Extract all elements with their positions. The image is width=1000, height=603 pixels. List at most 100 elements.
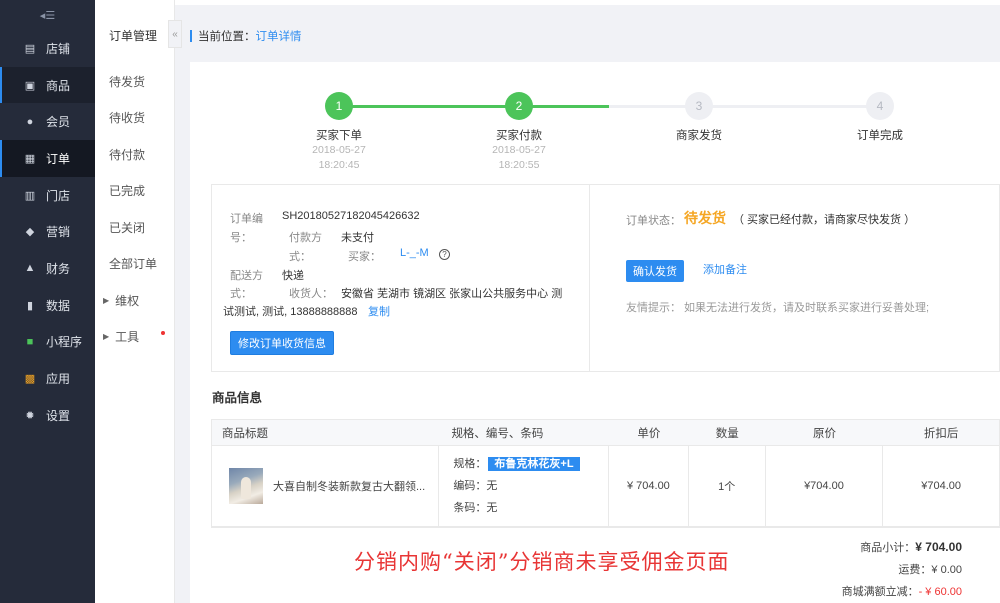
order-status-info: 订单状态： 待发货 （ 买家已经付款，请商家尽快发货 ） 确认发货 添加备注 友… — [590, 185, 1000, 371]
status-note: （ 买家已经付款，请商家尽快发货 ） — [733, 214, 916, 226]
receiver-contact: 试测试, 测试, 13888888888 — [223, 306, 358, 318]
order-basic-info: 订单编 号： SH20180527182045426632 付款方 式： 未支付… — [212, 185, 590, 371]
shipping-tip: 友情提示： 如果无法进行发货，请及时联系买家进行妥善处理; — [626, 302, 930, 314]
barcode-line: 条码：无 — [453, 497, 497, 519]
store-icon: ▥ — [24, 189, 36, 202]
code-label: 编码： — [453, 480, 487, 492]
miniprogram-icon: ■ — [26, 335, 34, 348]
order-icon: ▦ — [24, 152, 36, 165]
shop-icon: ▤ — [24, 42, 36, 55]
annotation-banner: 分销内购“关闭”分销商未享受佣金页面 — [354, 550, 730, 574]
pay-method-label: 付款方 — [289, 232, 322, 244]
collapse-submenu-icon[interactable]: « — [168, 20, 182, 48]
menu-collapse-icon[interactable]: ◂☰ — [0, 0, 95, 30]
sidebar-item-data[interactable]: ▮ 数据 — [0, 287, 95, 324]
status-label: 订单状态： — [626, 215, 681, 227]
submenu-group-label: 维权 — [115, 293, 140, 308]
step-3: 3 商家发货 — [644, 92, 754, 143]
sidebar-item-label: 营销 — [46, 225, 71, 240]
shipping-label: 运费： — [898, 564, 932, 576]
sidebar-item-shop[interactable]: ▤ 店铺 — [0, 30, 95, 67]
order-summary: 商品小计：¥ 704.00 运费：¥ 0.00 商城满额立减：- ¥ 60.00 — [842, 536, 962, 603]
sidebar-item-miniprogram[interactable]: ■ 小程序 — [0, 324, 95, 361]
expand-arrow-icon: ▶ — [103, 332, 110, 342]
submenu-group-label: 工具 — [115, 330, 140, 345]
sidebar-item-member[interactable]: ● 会员 — [0, 103, 95, 140]
discounted-price-cell: ¥704.00 — [921, 480, 962, 492]
help-icon[interactable]: ? — [439, 249, 450, 260]
submenu-group-rights[interactable]: ▶ 维权 — [95, 282, 174, 319]
goods-spec-cell: 规格： 布鲁克林花灰+L 编码：无 条码：无 — [439, 446, 609, 526]
product-thumbnail[interactable] — [229, 468, 263, 504]
ship-method-label-wrap: 式： — [230, 288, 252, 300]
sidebar-item-finance[interactable]: ▲ 财务 — [0, 250, 95, 287]
order-no-label: 订单编 — [230, 213, 263, 225]
confirm-ship-button[interactable]: 确认发货 — [626, 260, 684, 282]
step-date: 2018-05-27 — [312, 144, 366, 156]
submenu-item-all-orders[interactable]: 全部订单 — [95, 246, 174, 283]
step-time: 18:20:45 — [318, 159, 360, 171]
buyer-value[interactable]: L-_-M — [400, 247, 429, 259]
sidebar-item-goods[interactable]: ▣ 商品 — [0, 66, 95, 104]
order-no-label-wrap: 号： — [230, 232, 252, 244]
submenu-item-pending-pay[interactable]: 待付款 — [95, 136, 174, 173]
step-label: 商家发货 — [676, 130, 722, 142]
step-time: 18:20:55 — [498, 159, 540, 171]
product-title[interactable]: 大喜自制冬装新款复古大翻领... — [273, 478, 425, 494]
step-number: 2 — [505, 92, 533, 120]
sidebar-item-label: 店铺 — [46, 41, 71, 56]
submenu-group-tools[interactable]: ▶ 工具 — [95, 319, 174, 356]
member-icon: ● — [26, 115, 34, 128]
col-spec: 规格、编号、条码 — [451, 427, 544, 440]
main-sidebar: ◂☰ ▤ 店铺 ▣ 商品 ● 会员 ▦ 订单 ▥ 门店 ◆ 营销 ▲ 财务 ▮ 数据 ■ 小程序 … — [0, 0, 95, 603]
copy-link[interactable]: 复制 — [368, 303, 390, 319]
table-header: 商品标题 规格、编号、条码 单价 数量 原价 折扣后 — [212, 420, 999, 446]
sidebar-item-label: 应用 — [46, 372, 71, 387]
receiver-label: 收货人： — [289, 288, 333, 300]
sidebar-item-label: 设置 — [46, 408, 71, 423]
submenu-item-completed[interactable]: 已完成 — [95, 173, 174, 210]
sidebar-item-label: 订单 — [46, 151, 71, 166]
sidebar-item-store[interactable]: ▥ 门店 — [0, 177, 95, 214]
step-label: 订单完成 — [857, 130, 903, 142]
goods-title-cell: 大喜自制冬装新款复古大翻领... — [212, 446, 440, 526]
sidebar-item-label: 数据 — [46, 298, 71, 313]
add-remark-link[interactable]: 添加备注 — [703, 261, 747, 277]
edit-shipping-info-button[interactable]: 修改订单收货信息 — [230, 331, 334, 355]
order-progress-steps: 1 买家下单 2018-05-27 18:20:45 2 买家付款 2018-0… — [190, 62, 1000, 182]
sidebar-item-label: 财务 — [46, 261, 71, 276]
expand-arrow-icon: ▶ — [103, 295, 110, 305]
data-icon: ▮ — [26, 299, 34, 312]
original-price-cell: ¥704.00 — [766, 446, 884, 526]
sidebar-item-marketing[interactable]: ◆ 营销 — [0, 213, 95, 250]
goods-section-title: 商品信息 — [212, 391, 263, 405]
submenu-item-pending-receive[interactable]: 待收货 — [95, 100, 174, 137]
notification-dot — [161, 330, 166, 335]
order-no-value: SH20180527182045426632 — [282, 210, 420, 222]
discount-value: - ¥ 60.00 — [918, 586, 962, 598]
order-submenu: 订单管理 « 待发货 待收货 待付款 已完成 已关闭 全部订单 ▶ 维权 ▶ 工具 — [95, 0, 182, 603]
sidebar-item-label: 门店 — [46, 188, 71, 203]
breadcrumb-current[interactable]: 订单详情 — [256, 28, 302, 44]
submenu-title: 订单管理 — [109, 29, 158, 43]
table-row: 大喜自制冬装新款复古大翻领... 规格： 布鲁克林花灰+L 编码：无 条码：无 ¥… — [212, 446, 999, 527]
step-1: 1 买家下单 2018-05-27 18:20:45 — [284, 92, 394, 173]
col-discounted: 折扣后 — [923, 427, 959, 440]
breadcrumb-prefix: 当前位置： — [198, 31, 256, 43]
sidebar-item-order[interactable]: ▦ 订单 — [0, 140, 95, 177]
discount-line: 商城满额立减：- ¥ 60.00 — [842, 581, 962, 603]
unit-price-cell: ¥ 704.00 — [609, 446, 689, 526]
marketing-icon: ◆ — [25, 226, 35, 239]
order-info-box: 订单编 号： SH20180527182045426632 付款方 式： 未支付… — [211, 184, 1000, 372]
ship-method-value: 快递 — [282, 270, 304, 282]
sidebar-item-settings[interactable]: ✹ 设置 — [0, 397, 95, 434]
col-title: 商品标题 — [222, 427, 268, 440]
subtotal-line: 商品小计：¥ 704.00 — [842, 536, 962, 559]
submenu-item-pending-ship[interactable]: 待发货 — [95, 63, 174, 100]
step-label: 买家付款 — [496, 130, 542, 142]
order-detail-panel: 1 买家下单 2018-05-27 18:20:45 2 买家付款 2018-0… — [190, 62, 1000, 603]
apps-icon: ▩ — [24, 373, 36, 386]
sidebar-item-apps[interactable]: ▩ 应用 — [0, 360, 95, 397]
submenu-item-closed[interactable]: 已关闭 — [95, 209, 174, 246]
sidebar-item-label: 会员 — [46, 115, 71, 130]
